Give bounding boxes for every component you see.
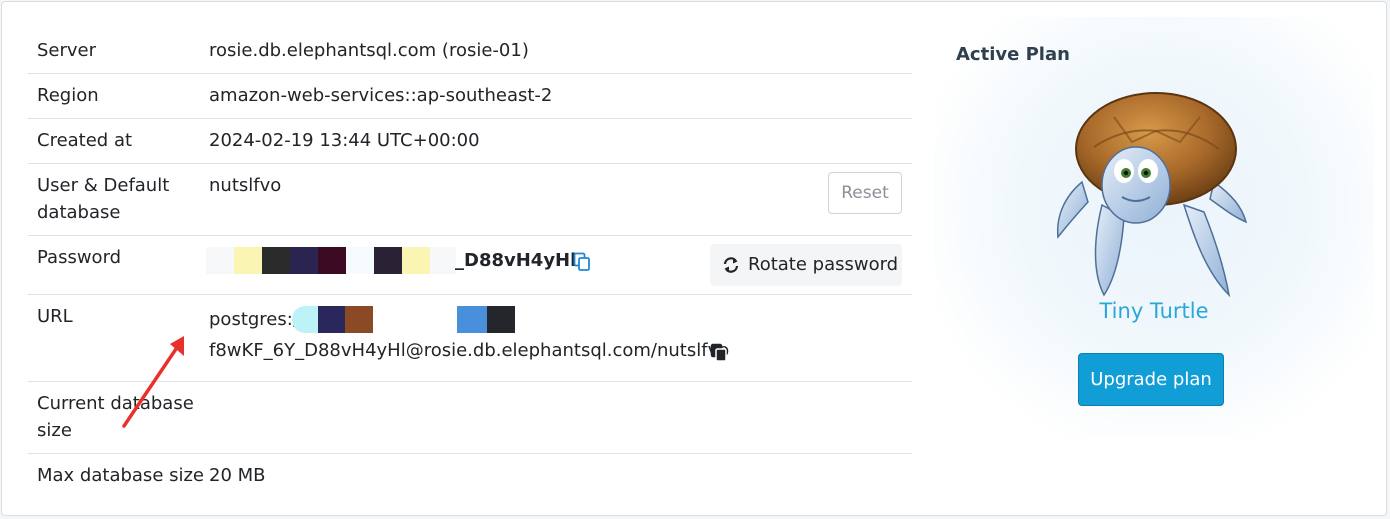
rotate-password-label: Rotate password: [748, 254, 899, 275]
password-row: Password _D88vH4yHl Rotate password: [28, 235, 912, 294]
created-row: Created at 2024-02-19 13:44 UTC+00:00: [28, 118, 912, 163]
redaction-block: [345, 306, 373, 333]
password-tail-text: D88vH4yHl: [464, 250, 577, 271]
server-row: Server rosie.db.elephantsql.com (rosie-0…: [28, 29, 912, 73]
redaction-block: [457, 306, 487, 333]
password-visible-tail: _D88vH4yHl: [455, 250, 577, 271]
plan-name: Tiny Turtle: [1099, 299, 1209, 323]
url-row: URL postgres:/ f8wKF_6Y_D88vH4yHl@rosie.…: [28, 294, 912, 381]
redaction-block: [290, 247, 318, 274]
redaction-block: [292, 306, 318, 333]
redaction-block: [346, 247, 374, 274]
max-size-value: 20 MB: [209, 465, 266, 486]
user-label: User & Default database: [37, 175, 170, 223]
max-size-label: Max database size: [37, 465, 205, 486]
active-plan-panel: Active Plan Tiny Turtle Upgrade plan: [934, 17, 1374, 437]
plan-heading: Active Plan: [956, 44, 1070, 65]
upgrade-plan-button[interactable]: Upgrade plan: [1078, 353, 1224, 406]
redaction-block: [373, 306, 457, 333]
redaction-block: [234, 247, 262, 274]
server-value: rosie.db.elephantsql.com (rosie-01): [209, 40, 529, 61]
redaction-block: [402, 247, 430, 274]
turtle-mascot-image: [1056, 92, 1248, 298]
current-size-row: Current database size: [28, 381, 912, 453]
rotate-password-button[interactable]: Rotate password: [710, 244, 902, 286]
user-value: nutslfvo: [209, 175, 282, 196]
redaction-block: [262, 247, 290, 274]
reset-button[interactable]: Reset: [828, 172, 902, 214]
redaction-block: [374, 247, 402, 274]
url-value: f8wKF_6Y_D88vH4yHl@rosie.db.elephantsql.…: [209, 340, 730, 361]
refresh-icon: [723, 257, 739, 273]
password-label: Password: [37, 247, 122, 268]
region-value: amazon-web-services::ap-southeast-2: [209, 85, 553, 106]
details-table: Server rosie.db.elephantsql.com (rosie-0…: [28, 29, 912, 498]
user-row: User & Default database nutslfvo Reset: [28, 163, 912, 235]
copy-icon[interactable]: [710, 343, 728, 363]
url-label: URL: [37, 306, 73, 327]
max-size-row: Max database size 20 MB: [28, 453, 912, 498]
server-label: Server: [37, 40, 97, 61]
current-size-label: Current database size: [37, 393, 194, 441]
url-redaction: [292, 306, 515, 333]
url-prefix: postgres:/: [209, 309, 299, 330]
created-value: 2024-02-19 13:44 UTC+00:00: [209, 130, 480, 151]
region-row: Region amazon-web-services::ap-southeast…: [28, 73, 912, 118]
copy-icon[interactable]: [573, 252, 591, 272]
redaction-block: [430, 247, 456, 274]
redaction-block: [318, 247, 346, 274]
redaction-block: [487, 306, 515, 333]
database-details-card: Server rosie.db.elephantsql.com (rosie-0…: [1, 1, 1387, 516]
redaction-block: [206, 247, 234, 274]
region-label: Region: [37, 85, 99, 106]
created-label: Created at: [37, 130, 133, 151]
password-redaction: [206, 247, 456, 274]
redaction-block: [318, 306, 345, 333]
